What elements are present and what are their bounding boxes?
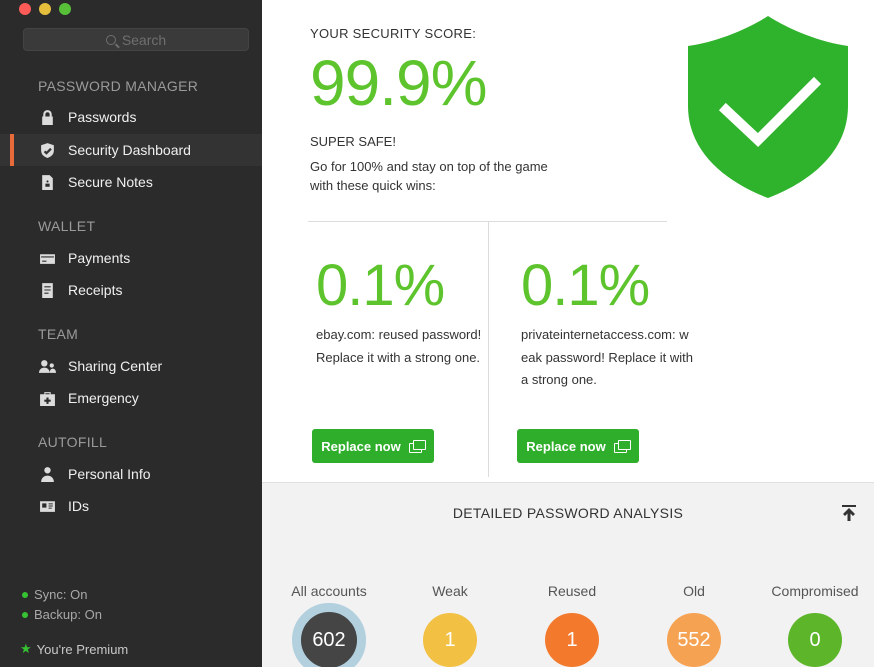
sidebar-item-receipts[interactable]: Receipts	[0, 274, 262, 306]
shield-icon	[38, 141, 56, 159]
note-icon	[38, 173, 56, 191]
replace-now-label: Replace now	[526, 438, 606, 454]
quick-win-card: 0.1% privateinternetaccess.com: weak pas…	[521, 252, 693, 392]
open-window-icon	[613, 440, 631, 453]
stat-count-badge: 602	[292, 603, 366, 667]
people-icon	[38, 357, 56, 375]
sidebar-item-passwords[interactable]: Passwords	[0, 101, 262, 133]
sidebar-item-label: Emergency	[68, 390, 139, 406]
sidebar-item-label: Payments	[68, 250, 131, 266]
backup-status: Backup: On	[22, 607, 102, 622]
minimize-window-button[interactable]	[39, 3, 51, 15]
quick-win-card: 0.1% ebay.com: reused password! Replace …	[316, 252, 488, 369]
stat-label: Compromised	[771, 583, 859, 599]
quick-win-description: privateinternetaccess.com: weak password…	[521, 327, 693, 387]
safety-description: Go for 100% and stay on top of the game …	[310, 159, 548, 193]
stat-label: Old	[683, 583, 705, 599]
password-analysis-panel: DETAILED PASSWORD ANALYSIS All accounts …	[262, 482, 874, 667]
sidebar-item-secure-notes[interactable]: Secure Notes	[0, 166, 262, 198]
section-title-password-manager: PASSWORD MANAGER	[38, 78, 199, 94]
collapse-to-top-icon[interactable]	[842, 505, 856, 521]
first-aid-icon	[38, 389, 56, 407]
open-window-icon	[408, 440, 426, 453]
quick-win-value: 0.1%	[521, 253, 650, 318]
replace-now-button[interactable]: Replace now	[312, 429, 434, 463]
stat-label: All accounts	[291, 583, 367, 599]
stat-weak[interactable]: Weak 1	[390, 583, 510, 667]
sidebar-item-label: Receipts	[68, 282, 123, 298]
close-window-button[interactable]	[19, 3, 31, 15]
sidebar-item-security-dashboard[interactable]: Security Dashboard	[0, 134, 262, 166]
safety-rating: SUPER SAFE!	[310, 134, 396, 149]
sync-status-text: Sync: On	[34, 587, 88, 602]
stat-reused[interactable]: Reused 1	[512, 583, 632, 667]
person-icon	[38, 465, 56, 483]
sidebar-item-label: Personal Info	[68, 466, 151, 482]
shield-check-icon	[688, 16, 848, 198]
star-icon: ★	[20, 641, 32, 656]
zoom-window-button[interactable]	[59, 3, 71, 15]
main-content: YOUR SECURITY SCORE: 99.9% SUPER SAFE! G…	[262, 0, 874, 667]
receipt-icon	[38, 281, 56, 299]
analysis-title: DETAILED PASSWORD ANALYSIS	[452, 505, 684, 521]
premium-text: You're Premium	[36, 641, 129, 657]
quick-win-value: 0.1%	[316, 253, 445, 318]
security-score-value: 99.9%	[310, 47, 487, 119]
sidebar-item-ids[interactable]: IDs	[0, 490, 262, 522]
stat-count-badge: 1	[423, 613, 477, 667]
section-title-team: TEAM	[38, 326, 79, 342]
stat-count-badge: 1	[545, 613, 599, 667]
stat-count-badge: 552	[667, 613, 721, 667]
sync-status: Sync: On	[22, 587, 87, 602]
stat-label: Weak	[432, 583, 468, 599]
sidebar-item-label: IDs	[68, 498, 89, 514]
sidebar-item-label: Passwords	[68, 109, 137, 125]
sidebar-item-label: Sharing Center	[68, 358, 163, 374]
sidebar-item-personal-info[interactable]: Personal Info	[0, 458, 262, 490]
replace-now-button[interactable]: Replace now	[517, 429, 639, 463]
credit-card-icon	[38, 249, 56, 267]
section-title-autofill: AUTOFILL	[38, 434, 108, 450]
search-icon	[105, 34, 116, 45]
status-dot-icon	[22, 611, 28, 618]
search-placeholder: Search	[121, 31, 167, 48]
security-score-label: YOUR SECURITY SCORE:	[310, 26, 477, 41]
sidebar-item-payments[interactable]: Payments	[0, 242, 262, 274]
sidebar-item-emergency[interactable]: Emergency	[0, 382, 262, 414]
sidebar: Search PASSWORD MANAGER Passwords Securi…	[0, 0, 262, 667]
divider	[488, 222, 489, 477]
backup-status-text: Backup: On	[34, 607, 102, 622]
replace-now-label: Replace now	[321, 438, 401, 454]
stat-count-badge: 0	[788, 613, 842, 667]
window-controls	[19, 3, 71, 15]
sidebar-item-label: Secure Notes	[68, 174, 153, 190]
status-dot-icon	[22, 591, 28, 598]
stat-compromised[interactable]: Compromised 0	[755, 583, 874, 667]
stat-all-accounts[interactable]: All accounts 602	[269, 583, 389, 667]
stat-label: Reused	[547, 583, 597, 599]
sidebar-item-label: Security Dashboard	[68, 142, 191, 158]
lock-icon	[38, 108, 56, 126]
quick-win-description: ebay.com: reused password! Replace it wi…	[316, 327, 482, 365]
id-card-icon	[38, 497, 56, 515]
sidebar-item-sharing-center[interactable]: Sharing Center	[0, 350, 262, 382]
section-title-wallet: WALLET	[38, 218, 96, 234]
stat-old[interactable]: Old 552	[634, 583, 754, 667]
premium-status[interactable]: ★ You're Premium	[20, 641, 128, 657]
search-input[interactable]: Search	[23, 28, 249, 51]
